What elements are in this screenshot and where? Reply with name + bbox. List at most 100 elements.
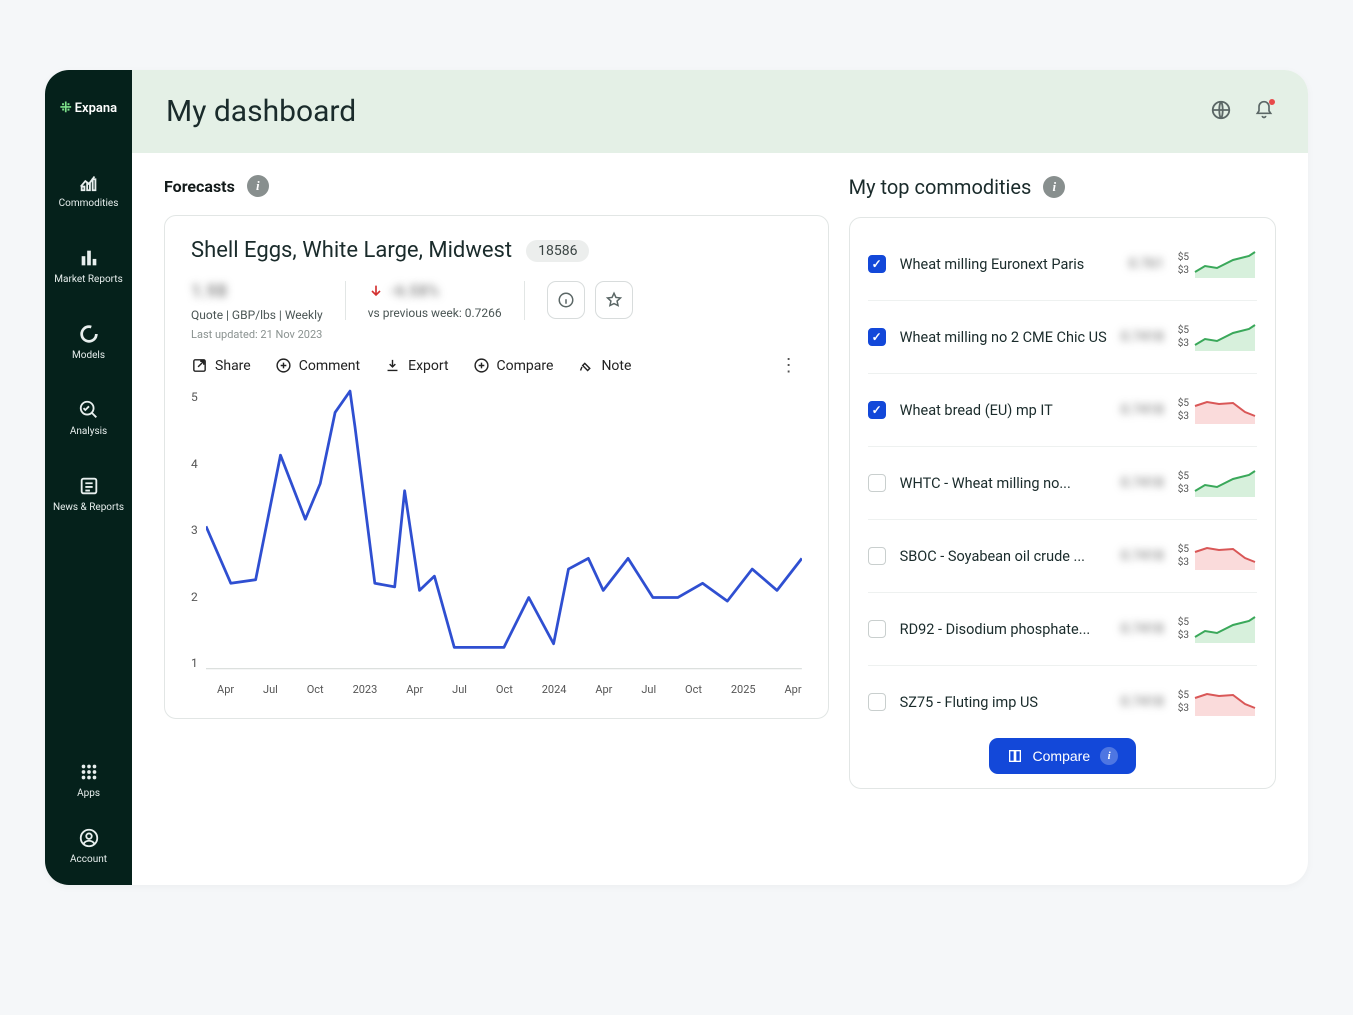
ring-icon xyxy=(78,323,100,345)
notifications-bell-icon[interactable] xyxy=(1254,100,1274,124)
user-circle-icon xyxy=(78,827,100,849)
sparkline: $5$3 xyxy=(1178,540,1257,572)
favorite-button[interactable] xyxy=(595,281,633,319)
compare-button[interactable]: Compare xyxy=(473,357,554,374)
nav-label: Analysis xyxy=(70,426,107,437)
row-value: 0.7418 xyxy=(1121,621,1164,637)
row-value: 0.761 xyxy=(1129,256,1164,272)
row-name: Wheat milling Euronext Paris xyxy=(900,256,1115,273)
sparkline: $5$3 xyxy=(1178,394,1257,426)
more-menu[interactable]: ⋮ xyxy=(776,355,802,376)
download-icon xyxy=(384,357,401,374)
row-value: 0.7418 xyxy=(1121,694,1164,710)
tool-label: Comment xyxy=(299,358,360,374)
details-info-button[interactable] xyxy=(547,281,585,319)
compare-label: Compare xyxy=(1033,748,1091,764)
row-checkbox[interactable] xyxy=(868,693,886,711)
sparkline: $5$3 xyxy=(1178,321,1257,353)
chart-up-icon xyxy=(78,171,100,193)
delta-indicator: -6.58% xyxy=(368,281,502,300)
sparkline: $5$3 xyxy=(1178,613,1257,645)
plus-circle-icon xyxy=(473,357,490,374)
forecast-chart: 54321 AprJulOct2023AprJulOct2024AprJulOc… xyxy=(191,384,802,704)
last-updated: Last updated: 21 Nov 2023 xyxy=(191,328,323,341)
row-checkbox[interactable] xyxy=(868,547,886,565)
nav-label: News & Reports xyxy=(53,502,124,513)
nav-news-reports[interactable]: News & Reports xyxy=(53,475,124,513)
row-value: 0.7418 xyxy=(1121,329,1164,345)
sparkline: $5$3 xyxy=(1178,467,1257,499)
commodity-row[interactable]: Wheat milling no 2 CME Chic US 0.7418 $5$3 xyxy=(868,301,1257,374)
analysis-icon xyxy=(78,399,100,421)
row-name: Wheat milling no 2 CME Chic US xyxy=(900,329,1107,346)
nav-models[interactable]: Models xyxy=(72,323,105,361)
row-checkbox[interactable] xyxy=(868,474,886,492)
commodity-row[interactable]: Wheat bread (EU) mp IT 0.7418 $5$3 xyxy=(868,374,1257,447)
row-name: Wheat bread (EU) mp IT xyxy=(900,402,1107,419)
row-value: 0.7418 xyxy=(1121,548,1164,564)
nav-apps[interactable]: Apps xyxy=(77,761,100,799)
tool-label: Export xyxy=(408,358,448,374)
brand-name: Expana xyxy=(75,101,117,116)
star-icon xyxy=(605,291,623,309)
sparkline: $5$3 xyxy=(1178,248,1257,280)
logo-icon: ⁜ xyxy=(60,100,70,116)
export-button[interactable]: Export xyxy=(384,357,448,374)
info-icon[interactable]: i xyxy=(247,175,269,197)
nav-label: Commodities xyxy=(59,198,119,209)
commodity-row[interactable]: SZ75 - Fluting imp US 0.7418 $5$3 xyxy=(868,666,1257,738)
nav-label: Market Reports xyxy=(54,274,122,285)
row-checkbox[interactable] xyxy=(868,255,886,273)
nav-account[interactable]: Account xyxy=(70,827,107,865)
nav-label: Models xyxy=(72,350,105,361)
row-name: SBOC - Soyabean oil crude ... xyxy=(900,548,1107,565)
nav-market-reports[interactable]: Market Reports xyxy=(54,247,122,285)
commodity-row[interactable]: Wheat milling Euronext Paris 0.761 $5$3 xyxy=(868,228,1257,301)
commodity-title: Shell Eggs, White Large, Midwest xyxy=(191,238,512,263)
forecast-card: Shell Eggs, White Large, Midwest 18586 1… xyxy=(164,215,829,719)
vs-previous: vs previous week: 0.7266 xyxy=(368,306,502,320)
nav-label: Account xyxy=(70,854,107,865)
row-checkbox[interactable] xyxy=(868,620,886,638)
sidebar: ⁜ Expana Commodities Market Reports Mode… xyxy=(45,70,132,885)
tool-label: Share xyxy=(215,358,251,374)
info-icon[interactable]: i xyxy=(1043,176,1065,198)
comment-button[interactable]: Comment xyxy=(275,357,360,374)
row-value: 0.7418 xyxy=(1121,402,1164,418)
tool-label: Note xyxy=(601,358,631,374)
quote-meta: Quote | GBP/lbs | Weekly xyxy=(191,308,323,322)
row-checkbox[interactable] xyxy=(868,328,886,346)
note-button[interactable]: Note xyxy=(577,357,631,374)
row-value: 0.7418 xyxy=(1121,475,1164,491)
nav-analysis[interactable]: Analysis xyxy=(70,399,107,437)
compare-cta-button[interactable]: Compare i xyxy=(989,738,1137,774)
tool-label: Compare xyxy=(497,358,554,374)
forecasts-heading: Forecasts xyxy=(164,177,235,196)
commodity-id-pill: 18586 xyxy=(526,240,589,262)
brand-logo: ⁜ Expana xyxy=(60,100,117,116)
commodity-row[interactable]: RD92 - Disodium phosphate... 0.7418 $5$3 xyxy=(868,593,1257,666)
arrow-down-icon xyxy=(368,283,384,299)
top-commodities-heading: My top commodities xyxy=(849,175,1032,199)
info-circle-icon xyxy=(557,291,575,309)
pencil-link-icon xyxy=(577,357,594,374)
row-checkbox[interactable] xyxy=(868,401,886,419)
delta-value: -6.58% xyxy=(390,281,440,300)
globe-icon[interactable] xyxy=(1210,99,1232,125)
grid-icon xyxy=(78,761,100,783)
commodity-row[interactable]: WHTC - Wheat milling no...0.7418$5$3 xyxy=(868,447,1257,520)
row-name: RD92 - Disodium phosphate... xyxy=(900,621,1107,638)
share-button[interactable]: Share xyxy=(191,357,251,374)
plus-circle-icon xyxy=(275,357,292,374)
bars-icon xyxy=(78,247,100,269)
nav-commodities[interactable]: Commodities xyxy=(59,171,119,209)
top-commodities-card: Wheat milling Euronext Paris0.761$5$3Whe… xyxy=(849,217,1276,789)
compare-icon xyxy=(1007,748,1023,764)
info-icon: i xyxy=(1100,747,1118,765)
commodity-row[interactable]: SBOC - Soyabean oil crude ... 0.7418 $5$3 xyxy=(868,520,1257,593)
news-icon xyxy=(78,475,100,497)
price-value: 1.98 xyxy=(191,281,323,302)
share-icon xyxy=(191,357,208,374)
row-name: SZ75 - Fluting imp US xyxy=(900,694,1107,711)
sparkline: $5$3 xyxy=(1178,686,1257,718)
